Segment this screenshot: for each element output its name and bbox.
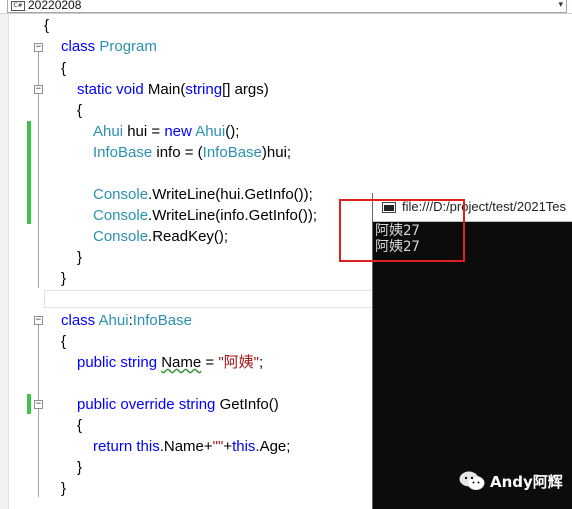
code-line[interactable]: Console.WriteLine(info.GetInfo()); (93, 206, 317, 226)
code-line[interactable]: class Program (61, 37, 157, 57)
code-line[interactable]: { (77, 416, 82, 436)
type-name: Console (93, 207, 149, 224)
current-line-highlight (44, 290, 374, 308)
code-text: .WriteLine(info.GetInfo()); (148, 207, 317, 224)
code-text: )hui; (261, 144, 292, 161)
code-text: .Name+ (159, 438, 213, 455)
keyword: return (93, 438, 133, 455)
code-text: GetInfo() (215, 396, 279, 413)
method-name: Main( (147, 81, 186, 98)
code-text: ; (259, 354, 264, 371)
navigation-bar: C# 20220208 ▾ (0, 0, 572, 14)
keyword: static void (77, 81, 144, 98)
code-line[interactable]: } (77, 248, 82, 268)
code-text: info = ( (152, 144, 203, 161)
annotation-highlight-box (339, 199, 465, 262)
code-text: (); (225, 123, 240, 140)
editor-margin (0, 14, 9, 509)
csharp-file-icon: C# (11, 1, 25, 11)
type-name: Program (99, 38, 157, 55)
change-marker (27, 394, 31, 414)
code-line[interactable]: { (44, 16, 49, 36)
outline-guide (38, 325, 39, 497)
type-name: Ahui (195, 123, 226, 140)
chevron-down-icon[interactable]: ▾ (558, 0, 563, 10)
code-text: .WriteLine(hui.GetInfo()); (148, 186, 313, 203)
type-name: InfoBase (202, 144, 262, 161)
collapse-icon[interactable]: − (34, 400, 43, 409)
code-line[interactable]: { (61, 59, 66, 79)
code-line[interactable]: Ahui hui = new Ahui(); (93, 122, 239, 142)
code-line[interactable]: } (77, 458, 82, 478)
warning-squiggle-name[interactable]: Name (161, 354, 201, 371)
project-dropdown[interactable]: C# 20220208 ▾ (7, 0, 567, 13)
wechat-icon (459, 471, 485, 490)
code-text: = (201, 354, 219, 371)
code-line[interactable]: InfoBase info = (InfoBase)hui; (93, 143, 291, 163)
keyword: new (164, 123, 192, 140)
string-literal: "" (212, 438, 224, 455)
code-text: .Age; (255, 438, 291, 455)
code-line[interactable]: } (61, 479, 66, 499)
keyword: string (185, 81, 223, 98)
change-marker (27, 121, 31, 224)
code-line[interactable]: return this.Name+""+this.Age; (93, 437, 290, 457)
keyword: public string (77, 354, 158, 371)
type-name: Ahui (93, 123, 124, 140)
keyword: class (61, 312, 96, 329)
collapse-icon[interactable]: − (34, 316, 43, 325)
keyword: this (232, 438, 256, 455)
collapse-icon[interactable]: − (34, 85, 43, 94)
code-line[interactable]: public override string GetInfo() (77, 395, 279, 415)
keyword: class (61, 38, 96, 55)
keyword: public override string (77, 396, 216, 413)
code-text: hui = (123, 123, 165, 140)
code-line[interactable]: { (61, 332, 66, 352)
type-name: Console (93, 186, 149, 203)
type-name: InfoBase (132, 312, 192, 329)
watermark-text: Andy阿辉 (490, 473, 563, 491)
code-text: [] args) (222, 81, 269, 98)
code-line[interactable]: } (61, 269, 66, 289)
keyword: this (136, 438, 160, 455)
collapse-icon[interactable]: − (34, 43, 43, 52)
code-line[interactable]: Console.WriteLine(hui.GetInfo()); (93, 185, 313, 205)
type-name: Console (93, 228, 149, 245)
code-line[interactable]: public string Name = "阿姨"; (77, 353, 263, 373)
type-name: InfoBase (93, 144, 153, 161)
type-name: Ahui (98, 312, 129, 329)
code-line[interactable]: Console.ReadKey(); (93, 227, 228, 247)
code-line[interactable]: static void Main(string[] args) (77, 80, 269, 100)
code-text: + (223, 438, 233, 455)
string-literal: "阿姨" (218, 354, 259, 371)
code-line[interactable]: class Ahui:InfoBase (61, 311, 192, 331)
code-line[interactable]: { (77, 101, 82, 121)
project-dropdown-value: 20220208 (28, 0, 82, 12)
code-text: .ReadKey(); (148, 228, 229, 245)
